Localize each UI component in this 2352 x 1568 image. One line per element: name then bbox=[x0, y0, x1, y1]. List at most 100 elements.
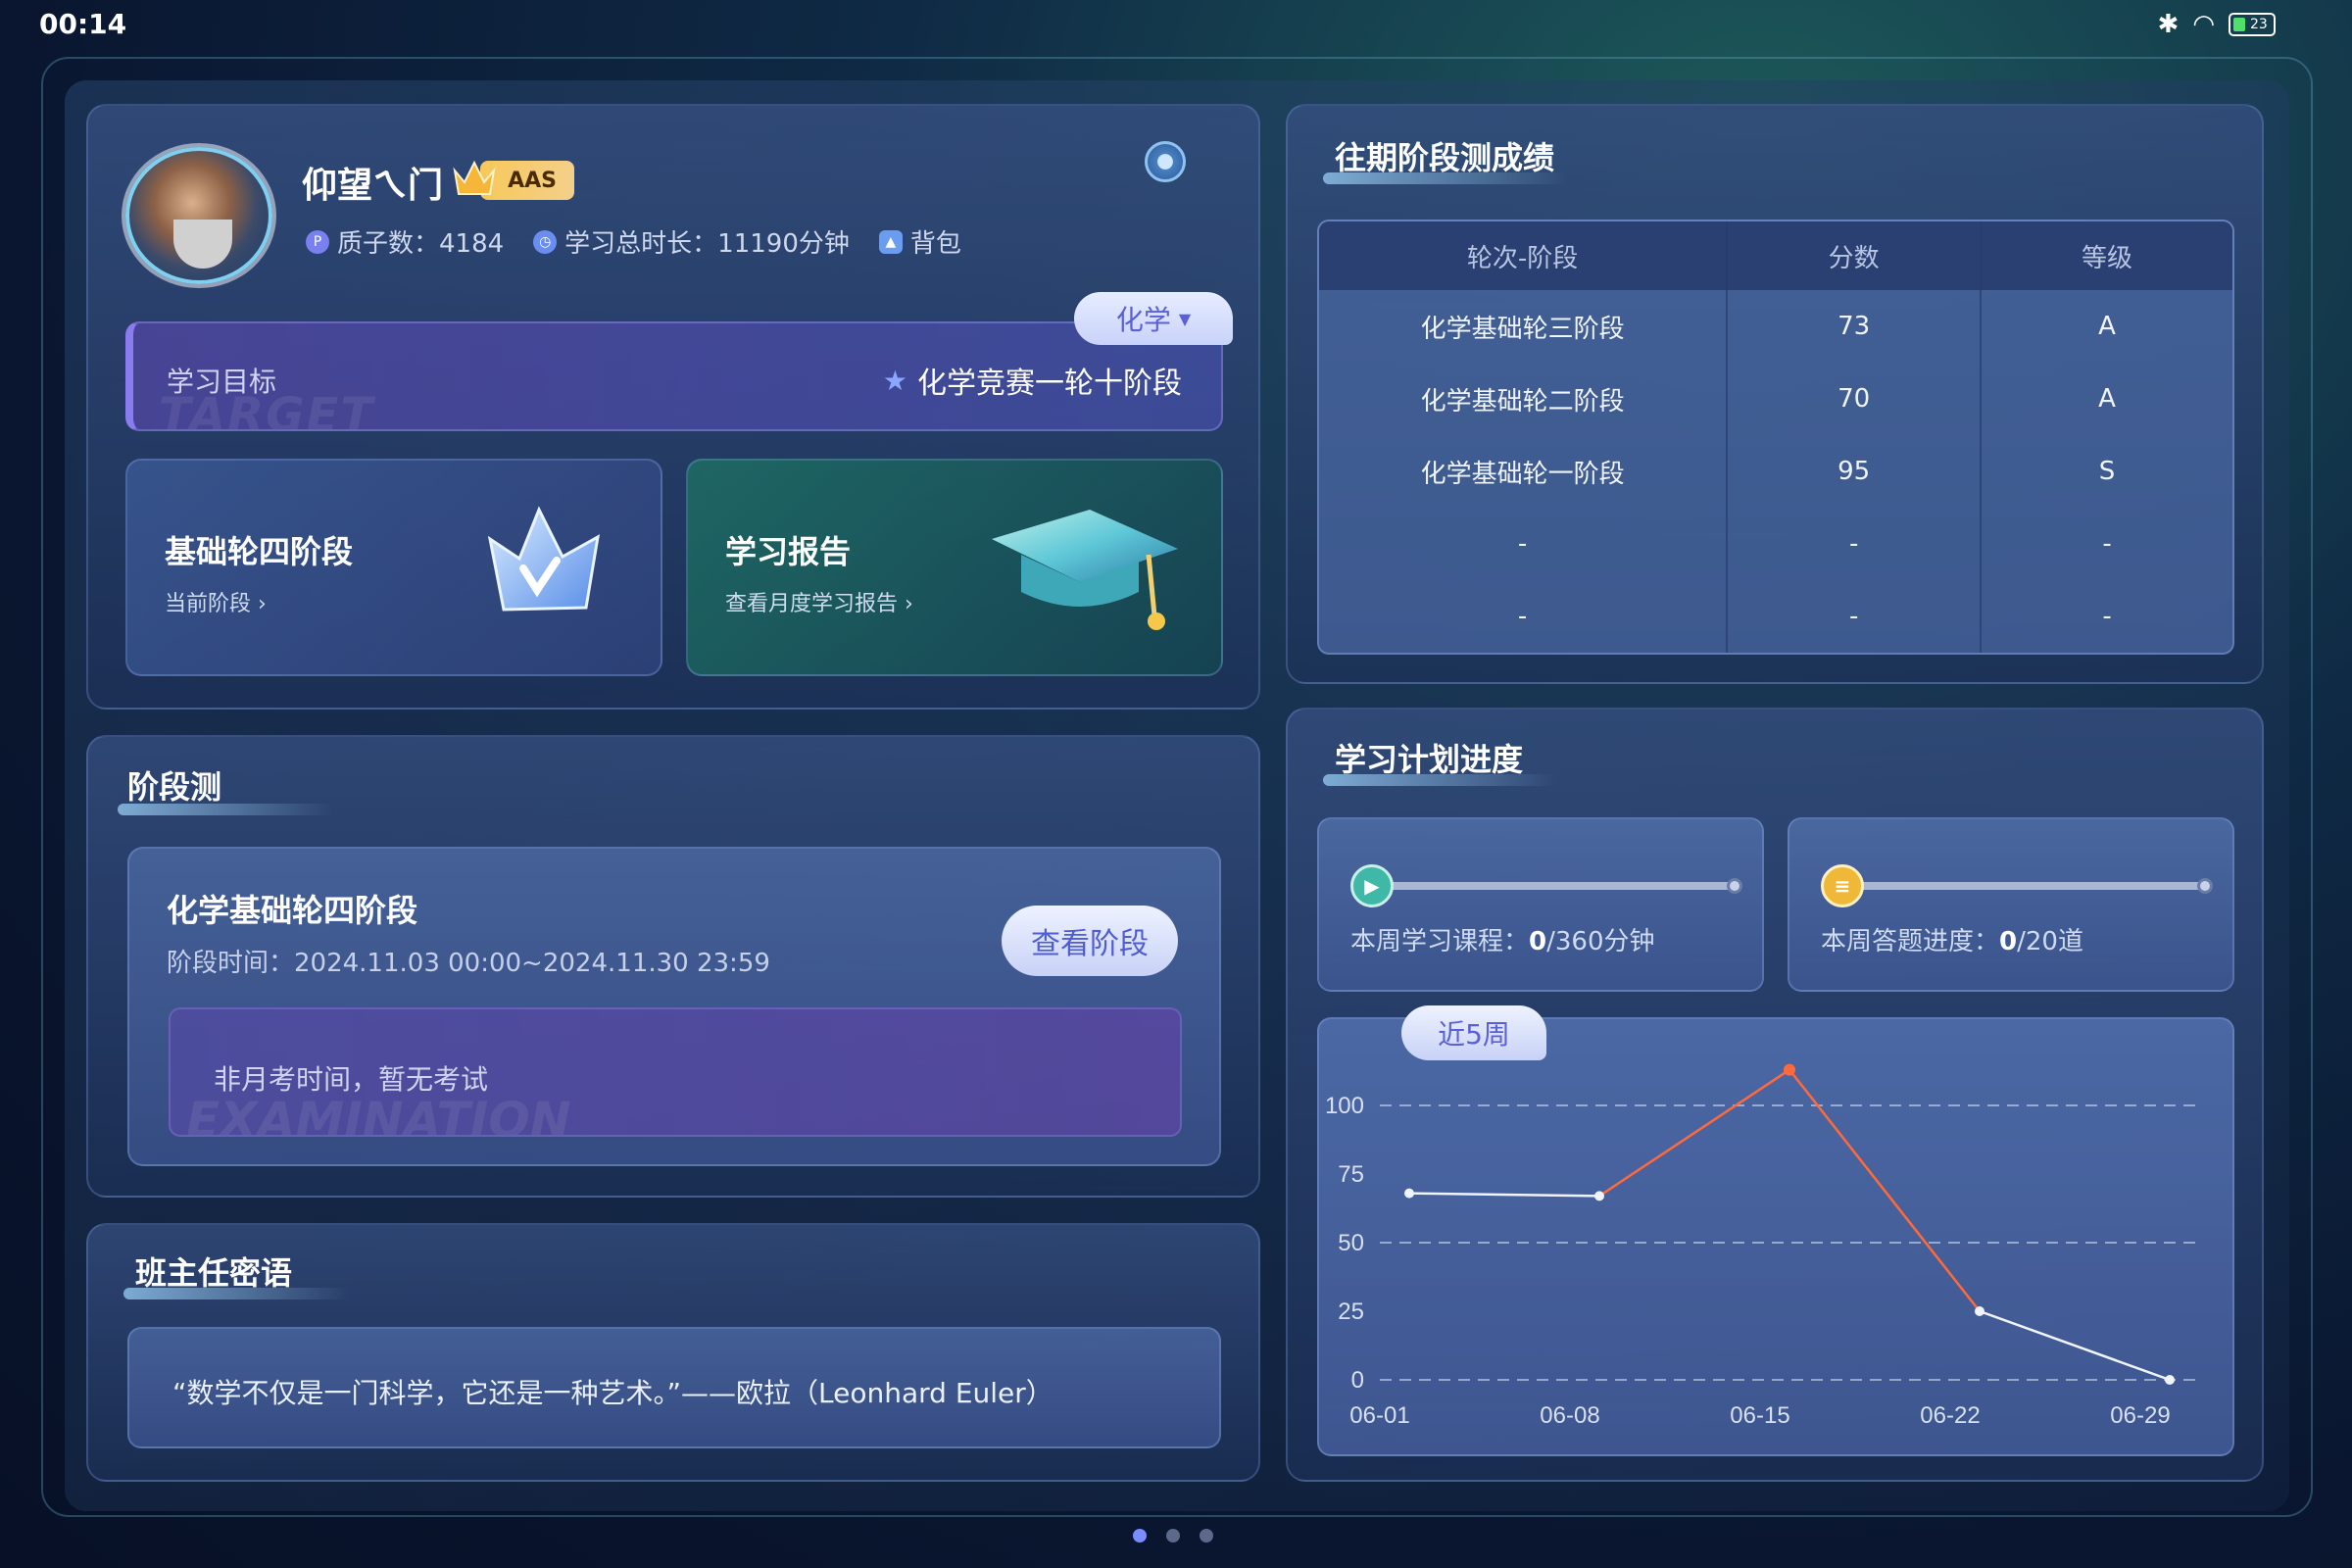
study-plan-title: 学习计划进度 bbox=[1335, 741, 1524, 778]
scores-table: 轮次-阶段 分数 等级 化学基础轮三阶段 73 A 化学基础轮二阶段 70 A … bbox=[1317, 220, 2234, 655]
battery-icon: 23 bbox=[2229, 13, 2276, 36]
y-tick-label: 50 bbox=[1338, 1230, 1364, 1256]
x-tick-label: 06-15 bbox=[1730, 1402, 1789, 1429]
cell-stage: 化学基础轮二阶段 bbox=[1319, 363, 1729, 435]
page-dot[interactable] bbox=[1133, 1529, 1147, 1543]
series-segment bbox=[1979, 1309, 2171, 1382]
course-progress-bar bbox=[1368, 882, 1733, 890]
exam-watermark: EXAMINATION bbox=[186, 1092, 571, 1137]
range-select[interactable]: 近5周 bbox=[1401, 1005, 1546, 1060]
data-point[interactable] bbox=[1975, 1306, 1984, 1316]
past-scores-title: 往期阶段测成绩 bbox=[1335, 139, 1555, 176]
quark-count: P 质子数：4184 bbox=[306, 223, 504, 260]
study-time: ◷ 学习总时长：11190分钟 bbox=[533, 223, 850, 260]
star-icon: ★ bbox=[882, 364, 907, 397]
line-chart: 0 25 50 75 100 06-01 06-08 06-15 06-22 06-29 bbox=[1325, 1063, 2199, 1429]
page-indicator bbox=[1133, 1529, 1213, 1543]
cell-stage: - bbox=[1319, 580, 1729, 653]
cell-stage: - bbox=[1319, 508, 1729, 580]
subject-select-value: 化学 bbox=[1115, 304, 1171, 336]
backpack-label[interactable]: 背包 bbox=[910, 223, 961, 260]
teacher-message-panel: 班主任密语 “数学不仅是一门科学，它还是一种艺术。”——欧拉（Leonhard … bbox=[86, 1223, 1260, 1482]
cell-score: - bbox=[1727, 508, 1983, 580]
current-stage-link[interactable]: 当前阶段 › bbox=[165, 586, 267, 617]
table-row: 化学基础轮一阶段 95 S bbox=[1319, 435, 2232, 508]
crown-icon bbox=[453, 160, 496, 195]
status-icons: ✱ ◠ 23 bbox=[2158, 10, 2276, 39]
cell-score: 95 bbox=[1727, 435, 1983, 508]
header-stage: 轮次-阶段 bbox=[1319, 221, 1729, 290]
table-row: 化学基础轮二阶段 70 A bbox=[1319, 363, 2232, 435]
settings-icon[interactable] bbox=[1145, 141, 1186, 182]
quark-icon: P bbox=[306, 229, 329, 254]
table-row: - - - bbox=[1319, 580, 2232, 653]
exam-notice: 非月考时间，暂无考试 EXAMINATION bbox=[169, 1007, 1182, 1137]
course-progress-label: 本周学习课程：0/360分钟 bbox=[1350, 927, 1655, 956]
data-point[interactable] bbox=[1404, 1188, 1414, 1199]
profile-panel: 仰望ㄟ门 AAS P 质子数：4184 ◷ 学习总时长：11190分钟 ▲ 背包… bbox=[86, 104, 1260, 710]
header-grade: 等级 bbox=[1981, 221, 2232, 290]
cell-score: 73 bbox=[1727, 290, 1983, 363]
goal-value-text: 化学竞赛一轮十阶段 bbox=[917, 367, 1182, 401]
course-progress-end bbox=[1727, 878, 1742, 894]
quiz-progress-card: ≡ 本周答题进度：0/20道 bbox=[1788, 817, 2234, 992]
cell-grade: - bbox=[2102, 602, 2112, 631]
x-tick-label: 06-01 bbox=[1349, 1402, 1409, 1429]
study-report-card[interactable]: 学习报告 查看月度学习报告 › bbox=[686, 459, 1223, 676]
backpack-link[interactable]: ▲ 背包 bbox=[878, 223, 961, 260]
avatar[interactable] bbox=[125, 147, 272, 284]
user-stats: P 质子数：4184 ◷ 学习总时长：11190分钟 ▲ 背包 bbox=[306, 223, 991, 260]
cell-score: - bbox=[1727, 580, 1983, 653]
y-tick-label: 75 bbox=[1338, 1161, 1364, 1188]
backpack-icon: ▲ bbox=[878, 229, 903, 254]
cell-grade: - bbox=[2102, 529, 2112, 559]
current-stage-title: 基础轮四阶段 bbox=[165, 533, 354, 570]
data-point[interactable] bbox=[1784, 1063, 1795, 1076]
quiz-progress-label: 本周答题进度：0/20道 bbox=[1821, 927, 2083, 956]
cell-score: 70 bbox=[1727, 363, 1983, 435]
stage-test-card: 化学基础轮四阶段 阶段时间：2024.11.03 00:00~2024.11.3… bbox=[127, 847, 1221, 1166]
study-plan-panel: 学习计划进度 ▶ 本周学习课程：0/360分钟 ≡ 本周答题进度：0/20道 0… bbox=[1286, 708, 2264, 1482]
clock-icon: ◷ bbox=[533, 229, 558, 254]
course-icon: ▶ bbox=[1350, 864, 1394, 907]
crown-3d-icon bbox=[487, 506, 600, 612]
quiz-icon: ≡ bbox=[1821, 864, 1864, 907]
goal-watermark: TARGET bbox=[159, 388, 375, 431]
cell-grade: S bbox=[2098, 457, 2116, 486]
table-row: 化学基础轮三阶段 73 A bbox=[1319, 290, 2232, 363]
subject-select[interactable]: 化学 ▼ bbox=[1074, 292, 1233, 345]
bluetooth-icon: ✱ bbox=[2157, 10, 2180, 39]
graduation-cap-icon bbox=[992, 510, 1178, 630]
data-point[interactable] bbox=[2165, 1375, 2175, 1385]
y-tick-label: 100 bbox=[1325, 1093, 1364, 1119]
wifi-icon: ◠ bbox=[2192, 10, 2215, 39]
y-tick-label: 25 bbox=[1338, 1298, 1364, 1325]
status-time: 00:14 bbox=[39, 8, 127, 40]
quark-count-label: 质子数：4184 bbox=[337, 229, 505, 259]
learning-goal[interactable]: 学习目标 TARGET ★ 化学竞赛一轮十阶段 bbox=[125, 321, 1223, 431]
quote-text: “数学不仅是一门科学，它还是一种艺术。”——欧拉（Leonhard Euler） bbox=[172, 1377, 1054, 1409]
cell-grade: A bbox=[2098, 312, 2116, 341]
page-dot[interactable] bbox=[1200, 1529, 1213, 1543]
series-segment bbox=[1408, 1192, 1600, 1198]
table-row: - - - bbox=[1319, 508, 2232, 580]
current-stage-card[interactable]: 基础轮四阶段 当前阶段 › bbox=[125, 459, 662, 676]
study-report-link[interactable]: 查看月度学习报告 › bbox=[725, 586, 913, 617]
stage-test-panel: 阶段测 化学基础轮四阶段 阶段时间：2024.11.03 00:00~2024.… bbox=[86, 735, 1260, 1198]
y-tick-label: 0 bbox=[1351, 1367, 1364, 1394]
view-stage-button[interactable]: 查看阶段 bbox=[1002, 906, 1178, 976]
cell-grade: A bbox=[2098, 384, 2116, 414]
stage-test-title: 阶段测 bbox=[127, 768, 222, 806]
quiz-progress-bar bbox=[1838, 882, 2203, 890]
x-tick-label: 06-08 bbox=[1540, 1402, 1599, 1429]
study-report-title: 学习报告 bbox=[725, 533, 852, 570]
battery-level: 23 bbox=[2250, 17, 2268, 32]
data-point[interactable] bbox=[1594, 1191, 1604, 1201]
header-score: 分数 bbox=[1727, 221, 1983, 290]
stage-test-time: 阶段时间：2024.11.03 00:00~2024.11.30 23:59 bbox=[167, 949, 770, 978]
teacher-message-title: 班主任密语 bbox=[135, 1254, 293, 1292]
page-dot[interactable] bbox=[1166, 1529, 1180, 1543]
table-header: 轮次-阶段 分数 等级 bbox=[1319, 221, 2232, 290]
cell-stage: 化学基础轮三阶段 bbox=[1319, 290, 1729, 363]
study-time-label: 学习总时长：11190分钟 bbox=[564, 229, 850, 259]
